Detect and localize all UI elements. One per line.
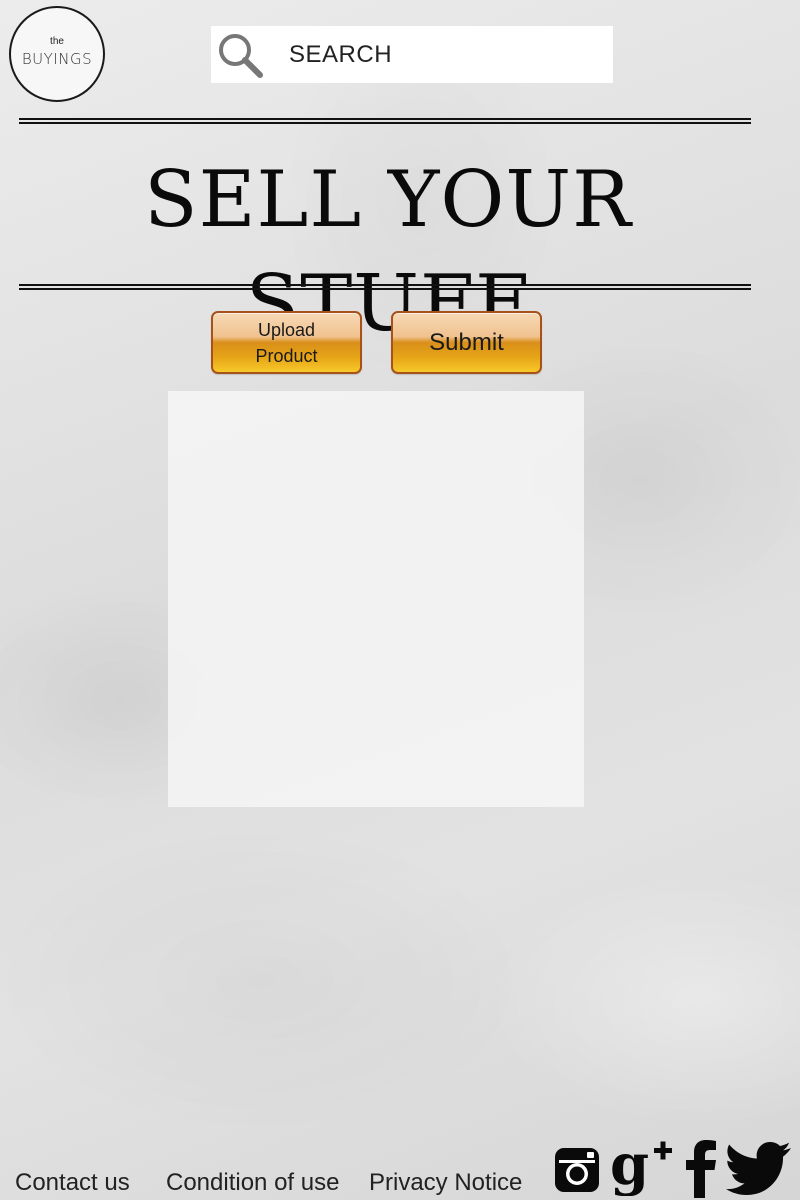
twitter-icon[interactable] — [726, 1142, 792, 1200]
divider-top — [19, 118, 751, 124]
search-bar[interactable] — [211, 26, 613, 83]
footer-link-contact[interactable]: Contact us — [15, 1166, 130, 1200]
upload-product-label: Upload Product — [255, 319, 318, 366]
facebook-icon[interactable] — [684, 1140, 718, 1200]
logo-small-text: the — [50, 35, 64, 47]
logo-brand-text: BUYINGS — [21, 49, 93, 68]
google-plus-icon[interactable]: g — [610, 1140, 674, 1200]
search-input[interactable] — [289, 26, 609, 83]
page-title: SELL YOUR STUFF — [144, 155, 632, 349]
footer-link-privacy[interactable]: Privacy Notice — [369, 1166, 522, 1200]
footer-link-conditions[interactable]: Condition of use — [166, 1166, 339, 1200]
search-icon[interactable] — [216, 31, 264, 79]
product-image-preview[interactable] — [168, 391, 584, 807]
submit-label: Submit — [429, 328, 504, 356]
submit-button[interactable]: Submit — [391, 311, 542, 374]
svg-text:g: g — [610, 1140, 649, 1196]
upload-product-button[interactable]: Upload Product — [211, 311, 362, 374]
brand-logo[interactable]: the BUYINGS — [9, 6, 105, 102]
divider-bottom — [19, 284, 751, 290]
instagram-icon[interactable] — [553, 1146, 601, 1200]
